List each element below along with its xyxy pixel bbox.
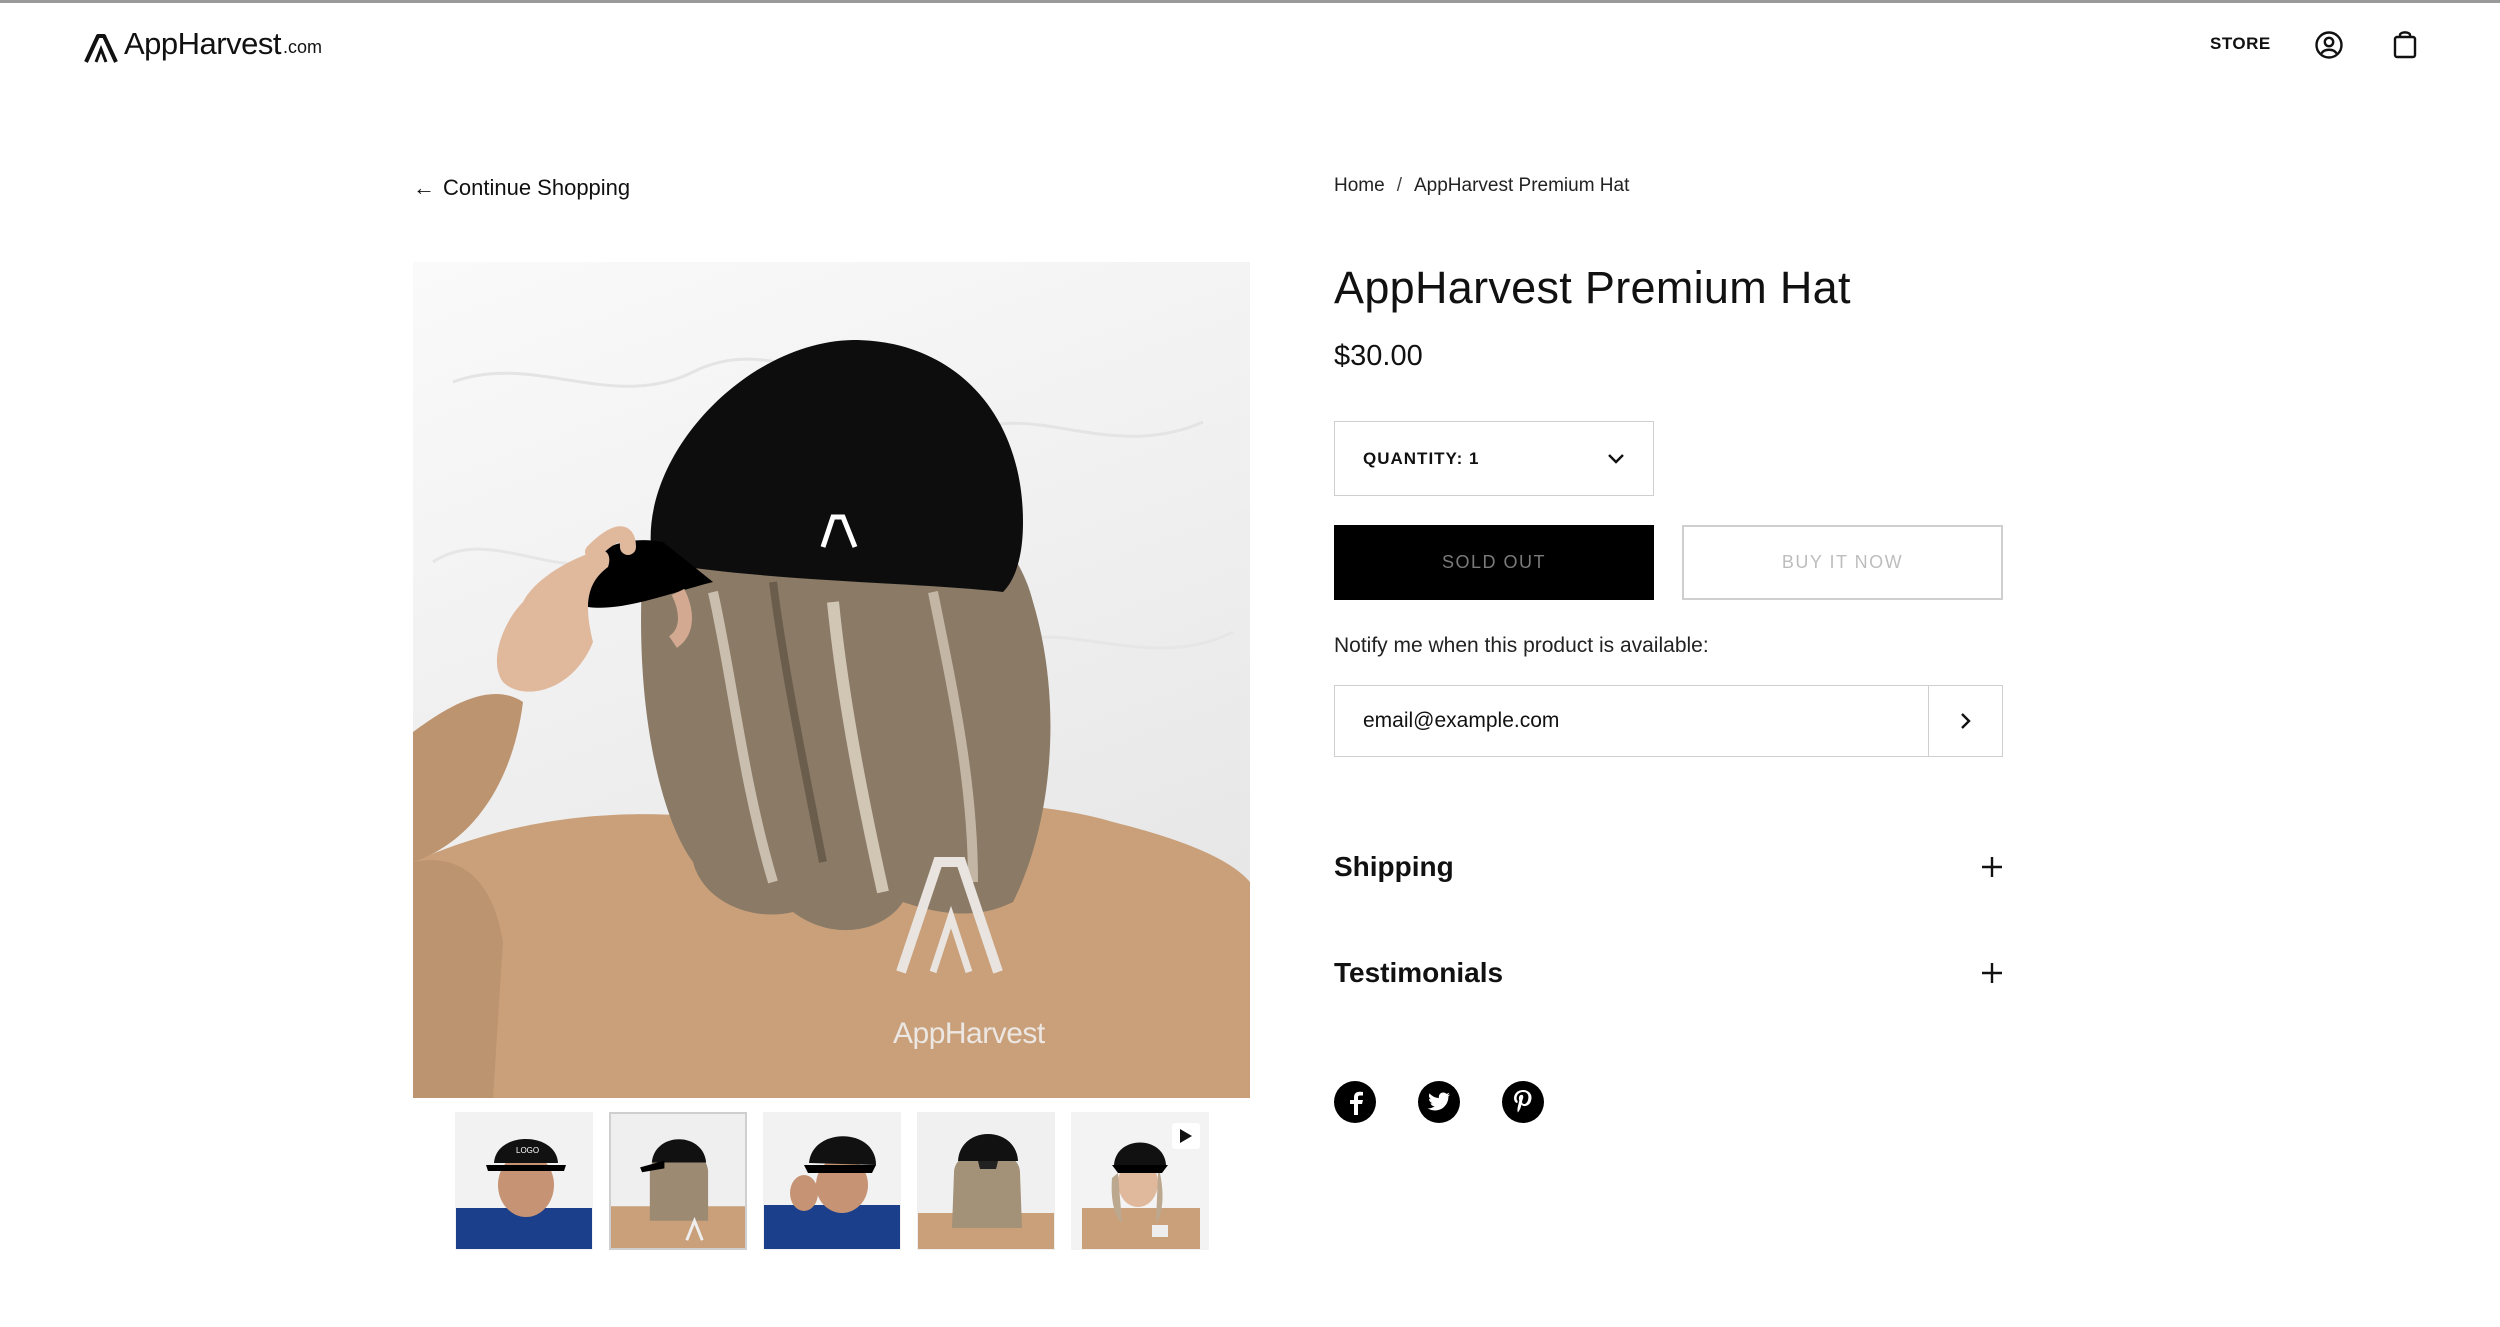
- sold-out-button[interactable]: SOLD OUT: [1334, 525, 1654, 600]
- accordion-testimonials-title: Testimonials: [1334, 957, 1504, 988]
- notify-form: [1334, 685, 2003, 757]
- product-title: AppHarvest Premium Hat: [1334, 262, 1851, 313]
- logo-text: AppHarvest: [124, 26, 281, 61]
- social-share: [1334, 1081, 1544, 1123]
- pinterest-icon[interactable]: [1502, 1081, 1544, 1123]
- notify-submit-button[interactable]: [1928, 686, 2002, 756]
- thumbnail-strip: LOGO: [455, 1112, 1209, 1250]
- thumbnail-3[interactable]: [763, 1112, 901, 1250]
- product-photo: [413, 340, 1250, 1098]
- plus-icon: [1982, 963, 2002, 983]
- breadcrumb-current: AppHarvest Premium Hat: [1413, 175, 1630, 196]
- breadcrumb-separator: /: [1396, 175, 1402, 196]
- notify-email-input[interactable]: [1335, 686, 1928, 756]
- product-main-image[interactable]: AppHarvest: [413, 262, 1250, 1098]
- arrow-left-icon: ←: [413, 175, 435, 200]
- thumbnail-4[interactable]: [917, 1112, 1055, 1250]
- sweater-brand-text: AppHarvest: [893, 1017, 1045, 1050]
- breadcrumb-home[interactable]: Home: [1334, 175, 1385, 197]
- thumbnail-man-blue-image: LOGO: [456, 1139, 592, 1249]
- buy-it-now-button[interactable]: BUY IT NOW: [1682, 525, 2003, 600]
- accordion-shipping-title: Shipping: [1334, 851, 1454, 882]
- quantity-select[interactable]: QUANTITY: 1: [1334, 421, 1654, 496]
- accordion-testimonials[interactable]: Testimonials: [1334, 948, 2003, 998]
- notify-label: Notify me when this product is available…: [1334, 634, 1709, 657]
- thumbnail-2[interactable]: [609, 1112, 747, 1250]
- facebook-icon[interactable]: [1334, 1081, 1376, 1123]
- quantity-label: QUANTITY: 1: [1363, 448, 1480, 468]
- thumbnail-1[interactable]: LOGO: [455, 1112, 593, 1250]
- continue-shopping-label: Continue Shopping: [443, 175, 631, 200]
- nav-store-link[interactable]: STORE: [2210, 34, 2271, 54]
- logo-suffix: .com: [282, 37, 322, 57]
- thumbnail-5-video[interactable]: [1071, 1112, 1209, 1250]
- logo-mark-icon: [84, 34, 118, 63]
- top-border: [0, 0, 2500, 3]
- twitter-icon[interactable]: [1418, 1081, 1460, 1123]
- accordion-shipping[interactable]: Shipping: [1334, 842, 2003, 892]
- thumbnail-man-down-image: [764, 1136, 900, 1249]
- site-logo[interactable]: AppHarvest .com: [84, 24, 322, 64]
- chevron-right-icon: [1960, 713, 1971, 729]
- breadcrumb: Home / AppHarvest Premium Hat: [1334, 175, 1629, 197]
- thumbnail-woman-back-image: [611, 1139, 745, 1248]
- svg-text:LOGO: LOGO: [516, 1146, 539, 1155]
- chevron-down-icon: [1608, 453, 1624, 464]
- product-price: $30.00: [1334, 340, 1423, 372]
- shopping-bag-icon[interactable]: [2388, 27, 2422, 61]
- plus-icon: [1982, 857, 2002, 877]
- product-page: AppHarvest .com STORE ← Continue Shoppin…: [0, 0, 2500, 1327]
- user-circle-icon[interactable]: [2312, 28, 2346, 62]
- play-icon: [1172, 1123, 1200, 1149]
- continue-shopping-link[interactable]: ← Continue Shopping: [413, 175, 630, 201]
- thumbnail-woman-cap-image: [918, 1134, 1054, 1249]
